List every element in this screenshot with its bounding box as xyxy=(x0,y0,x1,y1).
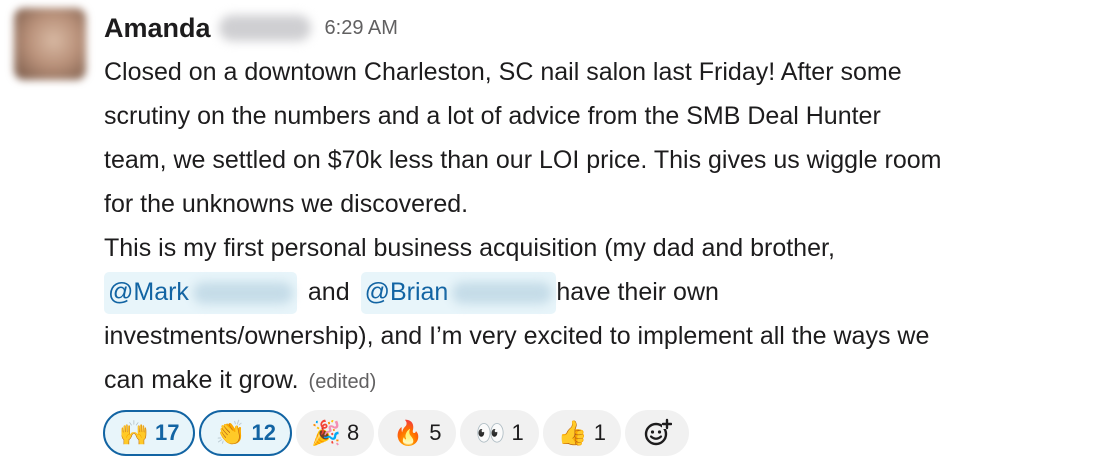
eyes-icon: 👀 xyxy=(475,419,506,447)
message-header: Amanda 6:29 AM xyxy=(104,10,398,46)
fire-icon: 🔥 xyxy=(393,419,424,447)
mention-brian-label: @Brian xyxy=(364,278,449,306)
message-line-mentions: @Mark and @Brian have their own xyxy=(104,270,1104,314)
thumbs-up-icon: 👍 xyxy=(557,419,588,447)
message-line: This is my first personal business acqui… xyxy=(104,234,835,262)
clapping-hands-icon: 👏 xyxy=(215,419,246,447)
reaction-count: 12 xyxy=(251,420,276,445)
message-line: Closed on a downtown Charleston, SC nail… xyxy=(104,58,902,86)
avatar[interactable] xyxy=(14,8,86,80)
and-text: and xyxy=(307,278,350,306)
raised-hands-icon: 🙌 xyxy=(119,419,149,447)
reaction-count: 17 xyxy=(155,420,180,445)
reaction-raised-hands[interactable]: 🙌 17 xyxy=(103,410,196,456)
mention-mark[interactable]: @Mark xyxy=(104,272,297,314)
message-line-text: can make it grow. xyxy=(104,366,299,394)
message-line: for the unknowns we discovered. xyxy=(104,190,469,218)
after-mentions-text: have their own xyxy=(556,278,719,306)
message-line-last: can make it grow. (edited) xyxy=(104,358,1104,402)
reaction-count: 1 xyxy=(593,420,606,445)
mention-mark-redacted xyxy=(192,282,293,305)
mention-brian-redacted xyxy=(452,282,553,305)
message-line: team, we settled on $70k less than our L… xyxy=(104,146,942,174)
message-line: investments/ownership), and I’m very exc… xyxy=(104,322,930,350)
reaction-clapping-hands[interactable]: 👏 12 xyxy=(199,410,292,456)
reaction-fire[interactable]: 🔥 5 xyxy=(378,410,457,456)
add-reaction-icon xyxy=(644,418,672,446)
reaction-count: 8 xyxy=(346,420,360,445)
message-line: scrutiny on the numbers and a lot of adv… xyxy=(104,102,881,130)
mention-mark-label: @Mark xyxy=(108,278,189,306)
reaction-party-popper[interactable]: 🎉 8 xyxy=(295,410,375,456)
add-reaction-button[interactable] xyxy=(624,410,689,456)
reaction-count: 5 xyxy=(429,420,442,445)
reactions-bar: 🙌 17 👏 12 🎉 8 🔥 5 👀 1 👍 1 xyxy=(103,410,689,456)
edited-label: (edited) xyxy=(308,371,377,393)
message-body: Closed on a downtown Charleston, SC nail… xyxy=(104,50,1104,402)
author-name[interactable]: Amanda xyxy=(104,13,211,44)
reaction-count: 1 xyxy=(511,420,524,445)
reaction-thumbs-up[interactable]: 👍 1 xyxy=(542,410,621,456)
party-popper-icon: 🎉 xyxy=(310,419,341,447)
mention-brian[interactable]: @Brian xyxy=(360,272,557,314)
author-last-name-redacted xyxy=(218,15,311,41)
message-timestamp[interactable]: 6:29 AM xyxy=(325,17,398,40)
reaction-eyes[interactable]: 👀 1 xyxy=(460,410,539,456)
